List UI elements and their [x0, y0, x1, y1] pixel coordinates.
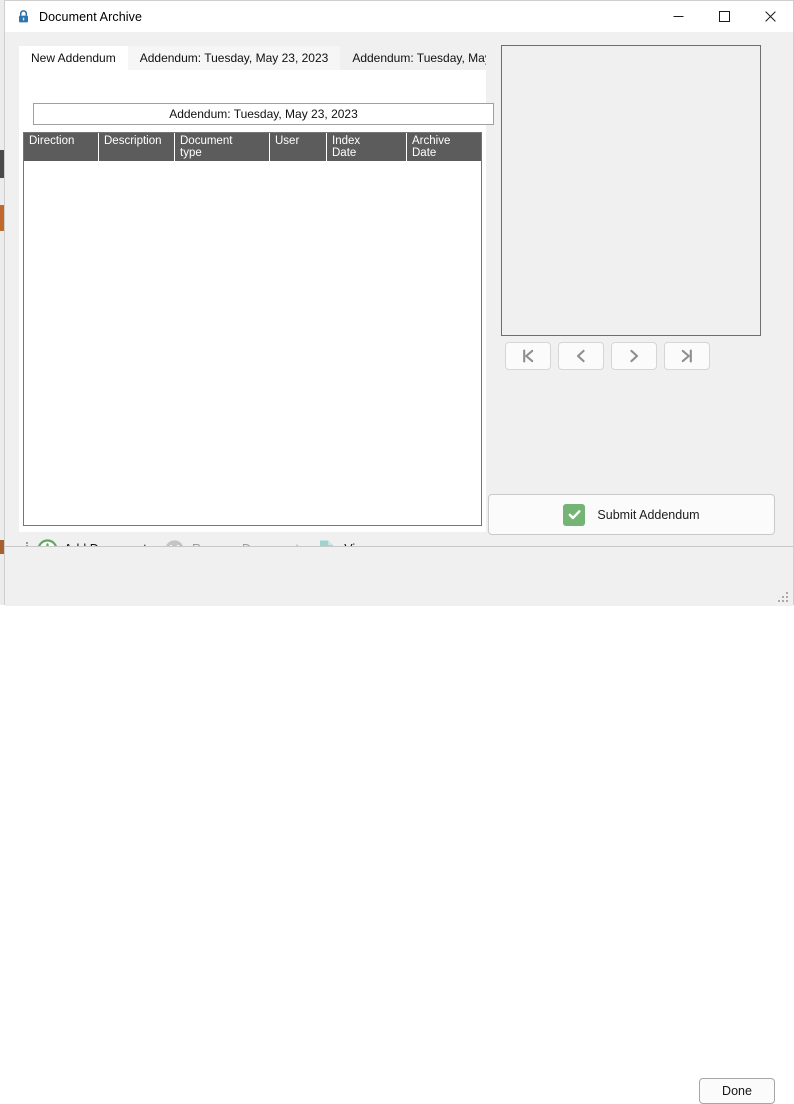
tab-new-addendum[interactable]: New Addendum: [19, 46, 128, 71]
grid-body-empty[interactable]: [24, 161, 481, 525]
documents-grid[interactable]: Direction Description Document type User…: [23, 132, 482, 526]
window-title: Document Archive: [39, 9, 143, 24]
grid-column-archive-date[interactable]: Archive Date: [406, 133, 481, 161]
window-controls: [655, 1, 793, 32]
maximize-icon[interactable]: [701, 1, 747, 32]
page-navigation: [505, 342, 710, 370]
client-area: New Addendum Addendum: Tuesday, May 23, …: [5, 32, 793, 1104]
next-page-icon[interactable]: [611, 342, 657, 370]
tab-addendum-1[interactable]: Addendum: Tuesday, May 23, 2023: [127, 46, 341, 71]
grid-column-description[interactable]: Description: [98, 133, 174, 161]
resize-grip[interactable]: [777, 591, 790, 604]
previous-page-icon[interactable]: [558, 342, 604, 370]
grid-header-row: Direction Description Document type User…: [24, 133, 481, 161]
last-page-icon[interactable]: [664, 342, 710, 370]
minimize-icon[interactable]: [655, 1, 701, 32]
addendum-tab-strip: New Addendum Addendum: Tuesday, May 23, …: [19, 45, 486, 71]
document-preview-panel[interactable]: [501, 45, 761, 336]
lock-icon: [15, 9, 31, 25]
tab-addendum-2[interactable]: Addendum: Tuesday, May 23, 2023: [340, 46, 486, 71]
first-page-icon[interactable]: [505, 342, 551, 370]
submit-addendum-label: Submit Addendum: [597, 507, 700, 522]
addendum-date-label: Addendum: Tuesday, May 23, 2023: [33, 103, 494, 125]
document-archive-window: Document Archive New Addendum Addendum: …: [4, 0, 794, 1104]
check-icon: [563, 503, 586, 526]
done-button[interactable]: Done: [699, 1078, 775, 1104]
title-bar: Document Archive: [5, 1, 793, 32]
tab-page: Addendum: Tuesday, May 23, 2023 Directio…: [19, 70, 494, 532]
grid-column-user[interactable]: User: [269, 133, 326, 161]
submit-addendum-button[interactable]: Submit Addendum: [488, 494, 775, 535]
grid-column-direction[interactable]: Direction: [24, 133, 98, 161]
close-icon[interactable]: [747, 1, 793, 32]
grid-column-document-type[interactable]: Document type: [174, 133, 269, 161]
grid-column-index-date[interactable]: Index Date: [326, 133, 406, 161]
bottom-bar: Done: [5, 547, 793, 1104]
